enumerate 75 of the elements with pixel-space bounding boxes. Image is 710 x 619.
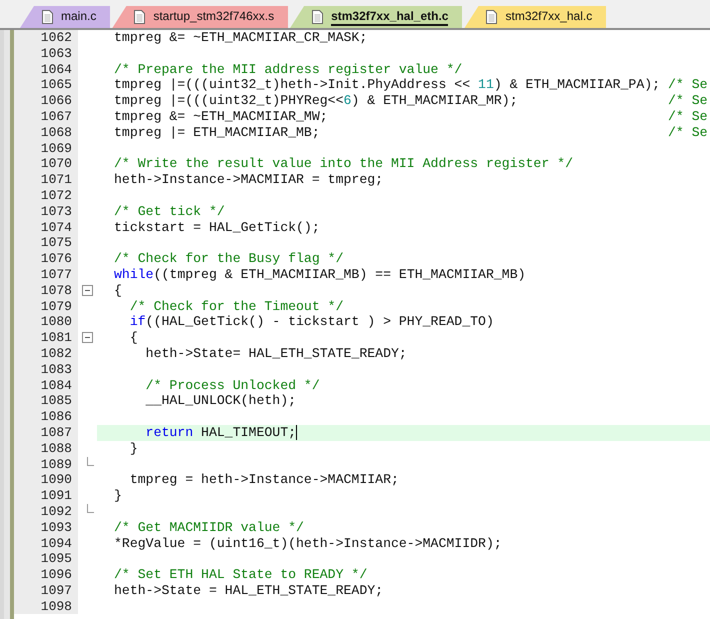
- file-tab[interactable]: stm32f7xx_hal_eth.c: [290, 6, 462, 28]
- line-number: 1082: [14, 346, 78, 362]
- line-number: 1094: [14, 536, 78, 552]
- collapse-icon[interactable]: [82, 332, 93, 344]
- line-number: 1080: [14, 314, 78, 330]
- line-number: 1065: [14, 77, 78, 94]
- code-line: {: [128, 330, 138, 346]
- line-number: 1063: [14, 46, 78, 62]
- line-number: 1079: [14, 298, 78, 314]
- line-number: 1062: [14, 30, 78, 46]
- line-number: 1067: [14, 108, 78, 125]
- code-line: /* Check for the Busy flag */: [114, 251, 344, 267]
- line-number: 1078: [14, 282, 78, 299]
- line-number: 1086: [14, 409, 78, 425]
- code-line: /* Get tick */: [114, 204, 225, 220]
- line-number: 1066: [14, 93, 78, 109]
- code-line: /* Prepare the MII address register value */: [114, 62, 462, 78]
- code-line: }: [128, 440, 138, 457]
- code-line: tickstart = HAL_GetTick();: [114, 220, 320, 236]
- code-line: {: [114, 282, 122, 299]
- code-line: while((tmpreg & ETH_MACMIIAR_MB) == ETH_MACMIIAR_MB): [114, 266, 526, 283]
- line-number: 1084: [14, 378, 78, 394]
- line-number: 1091: [14, 488, 78, 504]
- document-icon: [312, 10, 324, 24]
- file-tab[interactable]: startup_stm32f746xx.s: [112, 6, 288, 28]
- code-line: tmpreg |= ETH_MACMIIAR_MB; /* Se: [114, 124, 708, 141]
- document-icon: [134, 10, 146, 24]
- line-number: 1076: [14, 251, 78, 267]
- file-tab[interactable]: main.c: [20, 6, 110, 28]
- line-number: 1090: [14, 472, 78, 488]
- code-line: return HAL_TIMEOUT;: [144, 424, 296, 441]
- code-line: heth->State= HAL_ETH_STATE_READY;: [144, 346, 407, 362]
- document-icon: [42, 10, 53, 24]
- line-number: 1081: [14, 330, 78, 346]
- line-number: 1088: [14, 440, 78, 457]
- code-line: tmpreg &= ~ETH_MACMIIAR_MW; /* Se: [114, 108, 708, 125]
- code-line: if((HAL_GetTick() - tickstart ) > PHY_READ_TO): [128, 314, 494, 330]
- line-number: 1092: [14, 504, 78, 520]
- code-line: *RegValue = (uint16_t)(heth->Instance->MACMIIDR);: [114, 536, 502, 552]
- file-tab[interactable]: stm32f7xx_hal.c: [464, 6, 606, 28]
- code-line: /* Set ETH HAL State to READY */: [114, 567, 368, 583]
- code-line: /* Check for the Timeout */: [128, 298, 344, 314]
- code-line: tmpreg |=(((uint32_t)heth->Init.PhyAddress << 11) & ETH_MACMIIAR_PA); /* Se: [114, 77, 708, 94]
- line-number: 1068: [14, 124, 78, 141]
- code-line: tmpreg &= ~ETH_MACMIIAR_CR_MASK;: [114, 30, 368, 46]
- line-number: 1072: [14, 188, 78, 204]
- line-number: 1075: [14, 235, 78, 252]
- code-line: heth->State = HAL_ETH_STATE_READY;: [114, 582, 384, 599]
- code-line: tmpreg = heth->Instance->MACMIIAR;: [128, 472, 399, 488]
- line-number: 1073: [14, 204, 78, 220]
- line-number: 1093: [14, 520, 78, 536]
- code-line: heth->Instance->MACMIIAR = tmpreg;: [114, 172, 384, 188]
- line-number: 1085: [14, 393, 78, 410]
- line-number: 1089: [14, 456, 78, 472]
- line-number: 1070: [14, 156, 78, 172]
- text-cursor: [296, 425, 298, 440]
- code-line: __HAL_UNLOCK(heth);: [144, 393, 296, 410]
- code-line: tmpreg |=(((uint32_t)PHYReg<<6) & ETH_MACMIIAR_MR); /* Se: [114, 93, 708, 109]
- collapse-icon[interactable]: [82, 284, 93, 296]
- line-number: 1071: [14, 172, 78, 188]
- code-line: /* Write the result value into the MII Address register */: [114, 156, 573, 172]
- line-number: 1064: [14, 62, 78, 78]
- line-number: 1074: [14, 220, 78, 236]
- line-number: 1069: [14, 140, 78, 156]
- line-number: 1095: [14, 551, 78, 568]
- line-number: 1083: [14, 362, 78, 378]
- document-icon: [486, 10, 498, 24]
- line-number: 1087: [14, 424, 78, 441]
- code-line: /* Get MACMIIDR value */: [114, 520, 304, 536]
- line-number: 1097: [14, 582, 78, 599]
- line-number: 1096: [14, 567, 78, 583]
- line-number: 1077: [14, 266, 78, 283]
- code-line: /* Process Unlocked */: [144, 378, 320, 394]
- code-line: }: [114, 488, 122, 504]
- line-number: 1098: [14, 598, 78, 614]
